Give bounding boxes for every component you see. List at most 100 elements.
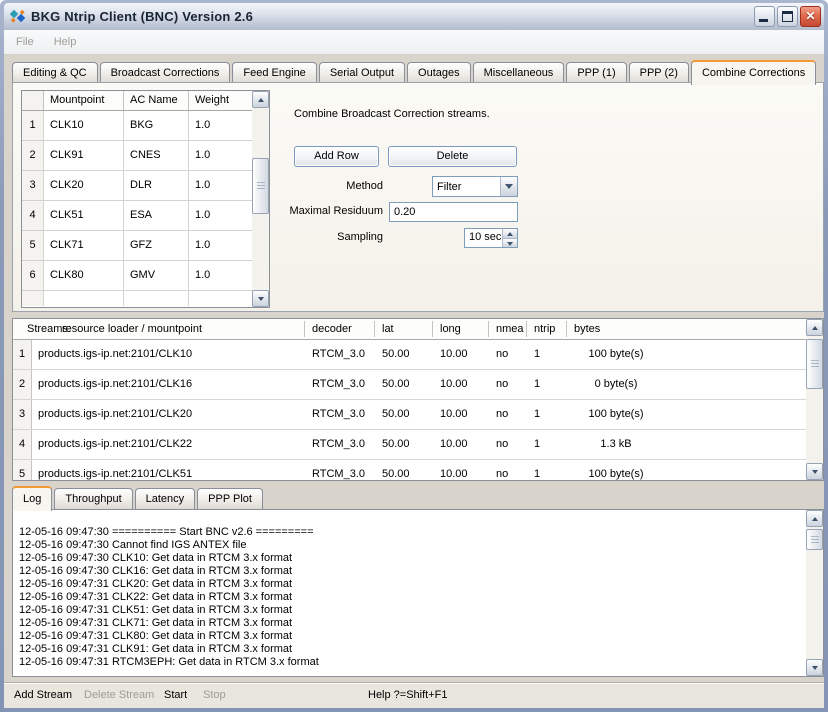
delete-stream-action: Delete Stream	[84, 689, 154, 701]
add-row-button[interactable]: Add Row	[294, 146, 379, 167]
log-line: 12-05-16 09:47:31 CLK80: Get data in RTC…	[19, 630, 801, 643]
tab-editing-qc[interactable]: Editing & QC	[12, 62, 98, 83]
log-line: 12-05-16 09:47:31 RTCM3EPH: Get data in …	[19, 656, 801, 669]
stream-source: products.igs-ip.net:2101/CLK16	[38, 370, 192, 399]
stream-row[interactable]: 3 products.igs-ip.net:2101/CLK20 RTCM_3.…	[13, 400, 823, 430]
menu-bar: File Help	[4, 30, 824, 55]
add-stream-action[interactable]: Add Stream	[14, 689, 72, 701]
scroll-down-icon	[258, 297, 264, 301]
scroll-down-icon	[812, 666, 818, 670]
tab-ppp-1[interactable]: PPP (1)	[566, 62, 626, 83]
help-shortcut-label: Help ?=Shift+F1	[368, 689, 448, 701]
log-output[interactable]: 12-05-16 09:47:30 ========== Start BNC v…	[12, 509, 824, 677]
spin-up-button[interactable]	[503, 229, 517, 239]
sampling-spinner[interactable]: 10 sec	[464, 228, 518, 248]
stream-row[interactable]: 4 products.igs-ip.net:2101/CLK22 RTCM_3.…	[13, 430, 823, 460]
minimize-button[interactable]	[754, 6, 775, 27]
tab-ppp-plot[interactable]: PPP Plot	[197, 488, 263, 509]
col-lat: lat	[382, 319, 394, 339]
log-line: 12-05-16 09:47:31 CLK51: Get data in RTC…	[19, 604, 801, 617]
stream-source: products.igs-ip.net:2101/CLK10	[38, 340, 192, 369]
maximize-icon	[782, 11, 793, 22]
streams-scrollbar[interactable]	[806, 319, 823, 480]
table-row[interactable]: 3 CLK20 DLR 1.0	[22, 171, 269, 201]
tab-outages[interactable]: Outages	[407, 62, 471, 83]
log-line: 12-05-16 09:47:31 CLK71: Get data in RTC…	[19, 617, 801, 630]
tab-throughput[interactable]: Throughput	[54, 488, 132, 509]
combination-table[interactable]: Mountpoint AC Name Weight 1 CLK10 BKG 1.…	[21, 90, 270, 308]
sampling-label: Sampling	[263, 227, 383, 248]
table-row[interactable]: 4 CLK51 ESA 1.0	[22, 201, 269, 231]
menu-help[interactable]: Help	[46, 36, 85, 48]
log-line: 12-05-16 09:47:30 Cannot find IGS ANTEX …	[19, 539, 801, 552]
table-row[interactable]: 2 CLK91 CNES 1.0	[22, 141, 269, 171]
scrollbar-thumb[interactable]	[806, 529, 823, 550]
streams-table-header: Streams: resource loader / mountpoint de…	[13, 319, 823, 340]
scroll-up-button[interactable]	[806, 319, 823, 336]
col-nmea: nmea	[496, 319, 524, 339]
scroll-down-icon	[812, 470, 818, 474]
scroll-down-button[interactable]	[806, 659, 823, 676]
chevron-down-icon	[505, 184, 513, 189]
client-area: Editing & QC Broadcast Corrections Feed …	[4, 55, 824, 708]
maximal-residuum-input[interactable]	[389, 202, 518, 222]
method-dropdown[interactable]: Filter	[432, 176, 518, 197]
log-line: 12-05-16 09:47:31 CLK91: Get data in RTC…	[19, 643, 801, 656]
method-value: Filter	[433, 181, 500, 193]
maximal-residuum-label: Maximal Residuum	[263, 201, 383, 222]
col-decoder: decoder	[312, 319, 352, 339]
tab-feed-engine[interactable]: Feed Engine	[232, 62, 316, 83]
log-line: 12-05-16 09:47:30 ========== Start BNC v…	[19, 526, 801, 539]
sampling-value: 10 sec	[465, 229, 502, 247]
log-line: 12-05-16 09:47:31 CLK20: Get data in RTC…	[19, 578, 801, 591]
maximize-button[interactable]	[777, 6, 798, 27]
tab-broadcast-corrections[interactable]: Broadcast Corrections	[100, 62, 231, 83]
combination-table-header: Mountpoint AC Name Weight	[22, 91, 269, 111]
dropdown-button[interactable]	[500, 177, 517, 196]
table-row[interactable]: 1 CLK10 BKG 1.0	[22, 111, 269, 141]
close-button[interactable]: ✕	[800, 6, 821, 27]
table-row[interactable]: 5 CLK71 GFZ 1.0	[22, 231, 269, 261]
stream-row[interactable]: 5 products.igs-ip.net:2101/CLK51 RTCM_3.…	[13, 460, 823, 481]
tab-miscellaneous[interactable]: Miscellaneous	[473, 62, 565, 83]
tab-serial-output[interactable]: Serial Output	[319, 62, 405, 83]
tab-ppp-2[interactable]: PPP (2)	[629, 62, 689, 83]
delete-button[interactable]: Delete	[388, 146, 517, 167]
scroll-grip-icon	[811, 360, 819, 368]
log-scrollbar[interactable]	[806, 510, 823, 676]
col-ntrip: ntrip	[534, 319, 555, 339]
start-action[interactable]: Start	[164, 689, 187, 701]
spin-up-icon	[507, 232, 513, 236]
scroll-down-button[interactable]	[806, 463, 823, 480]
tab-log[interactable]: Log	[12, 486, 52, 511]
scroll-up-icon	[812, 517, 818, 521]
table-empty-row	[22, 291, 269, 306]
scroll-up-button[interactable]	[252, 91, 269, 108]
log-line: 12-05-16 09:47:30 CLK10: Get data in RTC…	[19, 552, 801, 565]
menu-file[interactable]: File	[8, 36, 42, 48]
stream-source: products.igs-ip.net:2101/CLK20	[38, 400, 192, 429]
table-row[interactable]: 6 CLK80 GMV 1.0	[22, 261, 269, 291]
bnc-window: BKG Ntrip Client (BNC) Version 2.6 ✕ Fil…	[0, 0, 828, 712]
stream-row[interactable]: 1 products.igs-ip.net:2101/CLK10 RTCM_3.…	[13, 340, 823, 370]
stream-row[interactable]: 2 products.igs-ip.net:2101/CLK16 RTCM_3.…	[13, 370, 823, 400]
col-weight: Weight	[189, 91, 253, 110]
combination-table-scrollbar[interactable]	[252, 91, 269, 307]
tab-latency[interactable]: Latency	[135, 488, 196, 509]
spin-down-icon	[507, 242, 513, 246]
stream-source: products.igs-ip.net:2101/CLK51	[38, 460, 192, 481]
combine-corrections-panel: Mountpoint AC Name Weight 1 CLK10 BKG 1.…	[12, 82, 824, 312]
log-line: 12-05-16 09:47:31 CLK22: Get data in RTC…	[19, 591, 801, 604]
window-title: BKG Ntrip Client (BNC) Version 2.6	[31, 9, 253, 24]
col-ac-name: AC Name	[124, 91, 189, 110]
main-tab-bar: Editing & QC Broadcast Corrections Feed …	[12, 60, 818, 83]
tab-combine-corrections[interactable]: Combine Corrections	[691, 60, 816, 85]
scrollbar-thumb[interactable]	[806, 339, 823, 389]
log-lines: 12-05-16 09:47:30 ========== Start BNC v…	[19, 526, 801, 669]
scroll-down-button[interactable]	[252, 290, 269, 307]
streams-table[interactable]: Streams: resource loader / mountpoint de…	[12, 318, 824, 481]
status-bar: Add Stream Delete Stream Start Stop Help…	[4, 682, 824, 708]
scroll-up-button[interactable]	[806, 510, 823, 527]
spin-down-button[interactable]	[503, 239, 517, 248]
col-long: long	[440, 319, 461, 339]
